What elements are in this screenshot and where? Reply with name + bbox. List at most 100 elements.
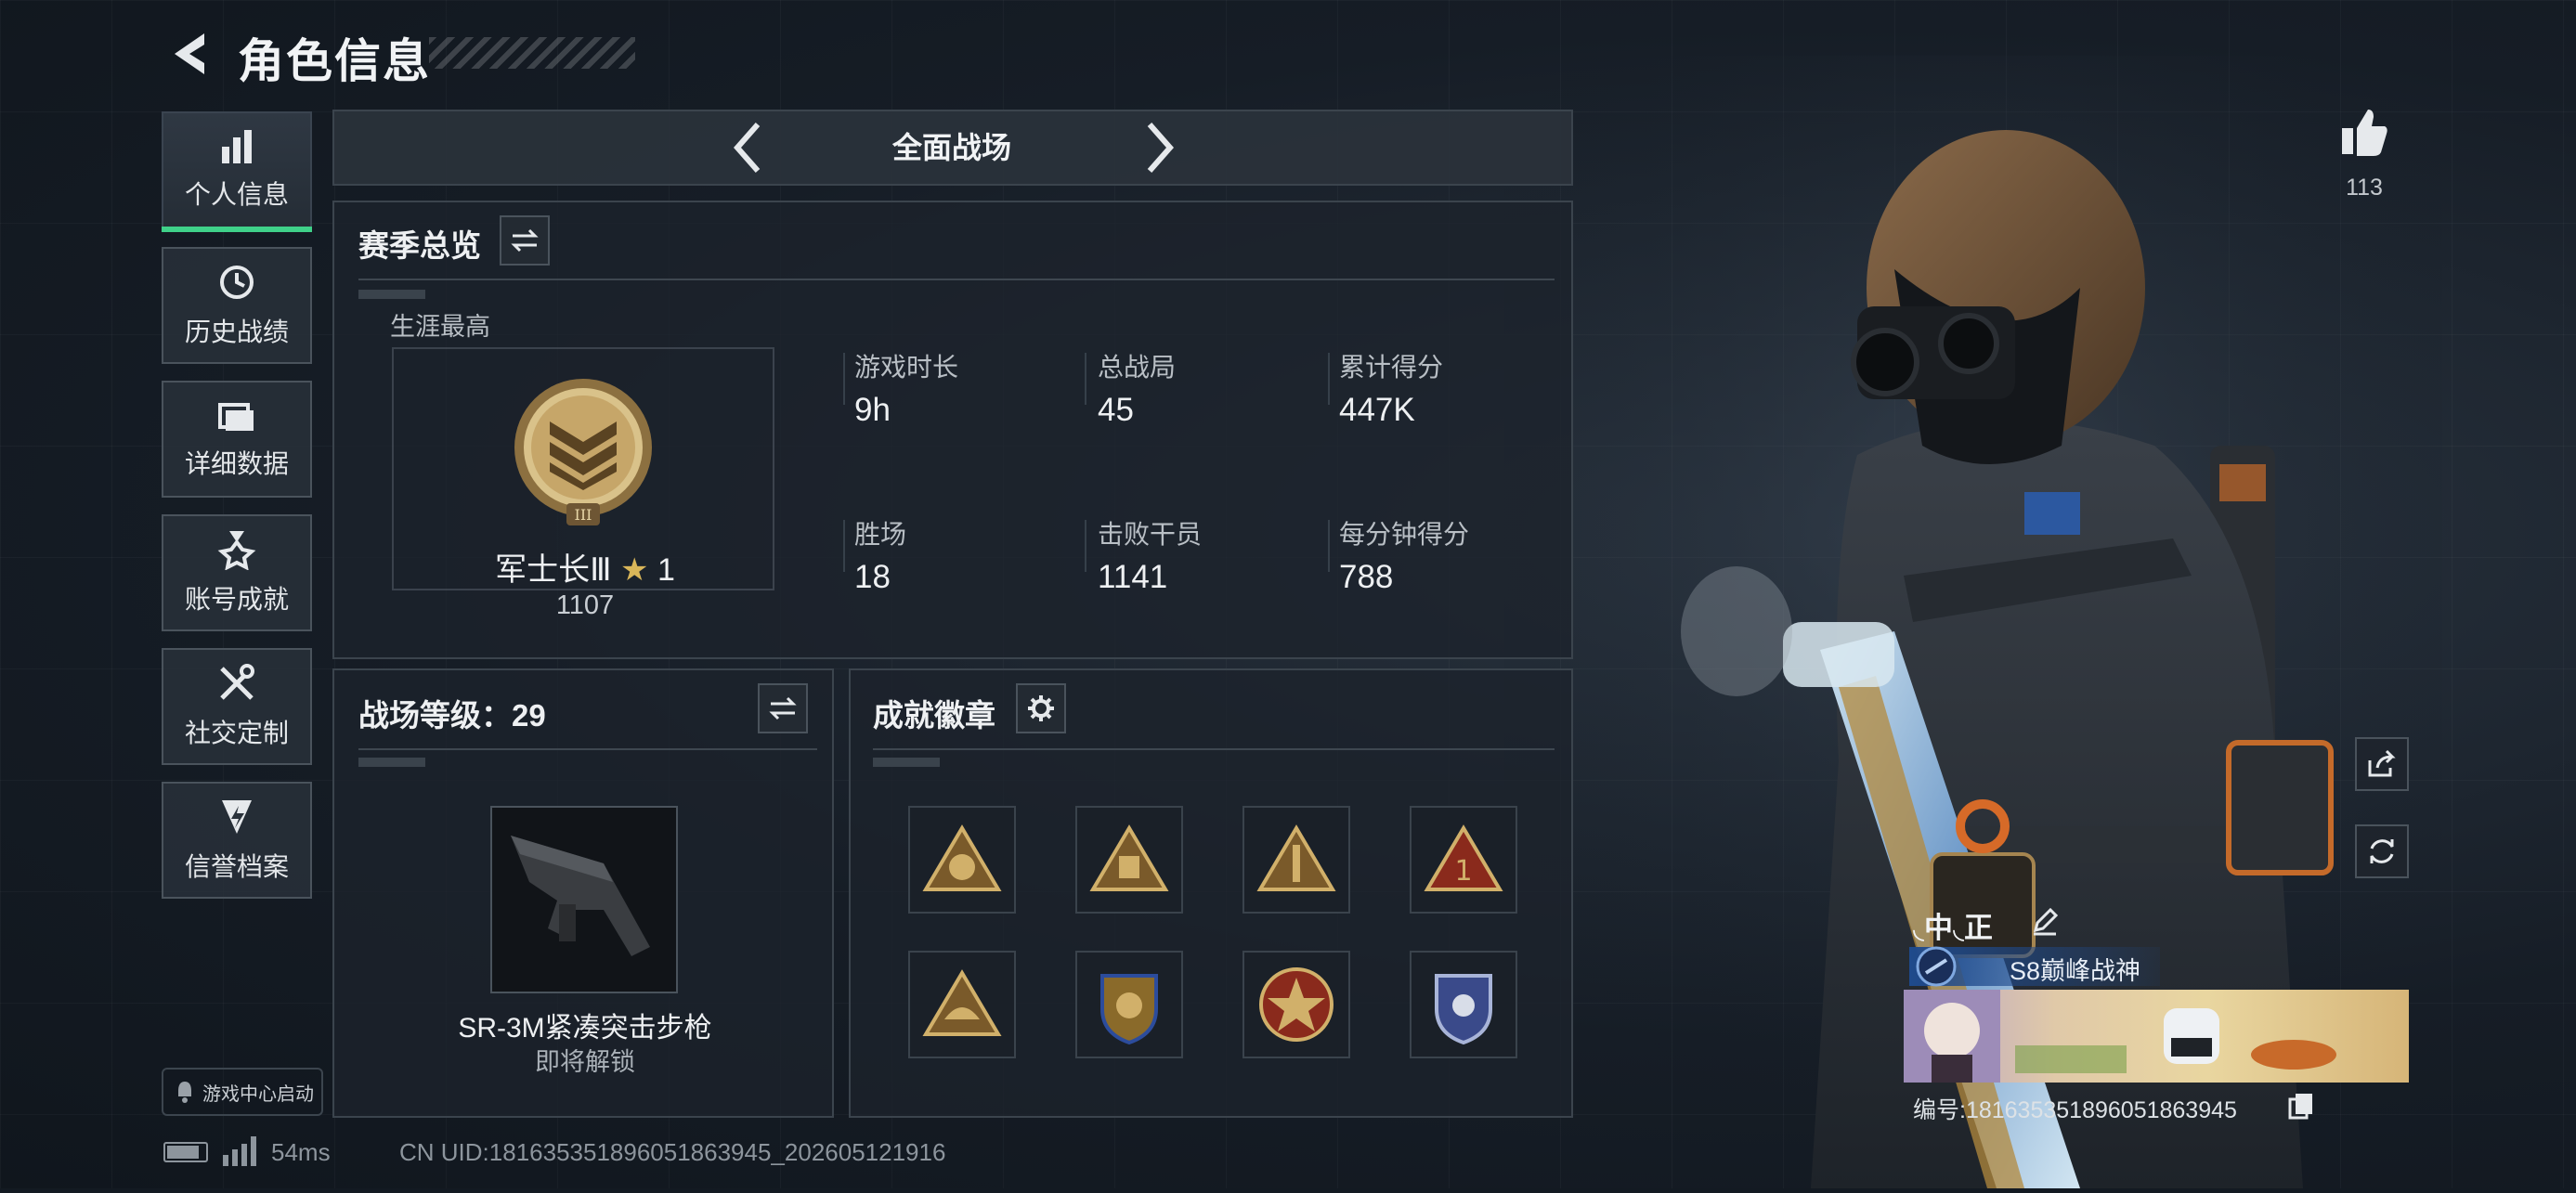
svg-text:1: 1	[1454, 855, 1472, 888]
triangle-badge-icon	[922, 824, 1002, 891]
divider	[1085, 520, 1086, 572]
divider	[358, 748, 817, 750]
refresh-button[interactable]	[2355, 824, 2409, 878]
shield-icon	[222, 800, 252, 834]
name-card-banner	[1904, 990, 2409, 1083]
stat-label: 胜场	[854, 520, 907, 549]
swap-icon	[511, 228, 539, 253]
stat-value: 1141	[1098, 559, 1168, 595]
rank-insignia: III	[511, 375, 656, 532]
edit-name-button[interactable]	[2030, 906, 2062, 938]
mode-next-button[interactable]	[1140, 119, 1177, 176]
sidebar-item-label: 社交定制	[184, 719, 289, 747]
stat-label: 总战局	[1098, 353, 1177, 382]
stat-label: 每分钟得分	[1339, 520, 1470, 549]
sidebar-item-label: 个人信息	[184, 180, 289, 209]
rank-name: 军士长Ⅲ	[495, 552, 612, 588]
sidebar-item-reputation[interactable]: 信誉档案	[162, 782, 312, 899]
triangle-badge-icon	[922, 969, 1002, 1036]
battle-level-switch-button[interactable]	[758, 683, 808, 733]
stat-label: 游戏时长	[854, 353, 959, 382]
triangle-badge-icon: 1	[1424, 824, 1503, 891]
thumbs-up-icon	[2342, 110, 2387, 156]
weapon-thumbnail[interactable]	[490, 806, 678, 993]
like-button[interactable]	[2336, 104, 2392, 160]
game-center-label: 游戏中心启动	[202, 1083, 314, 1105]
mode-label: 全面战场	[891, 131, 1011, 164]
tools-icon	[220, 664, 254, 700]
sidebar-item-label: 详细数据	[184, 449, 289, 478]
stat-label: 累计得分	[1339, 353, 1444, 382]
player-name: ◟中◟正	[1913, 912, 1994, 944]
divider	[873, 748, 1555, 750]
battery-icon	[163, 1142, 208, 1162]
rank-points: 1107	[555, 590, 615, 620]
triangle-badge-icon	[1089, 824, 1169, 891]
badge-slot[interactable]	[908, 806, 1016, 914]
sidebar-item-label: 账号成就	[184, 585, 289, 614]
badge-slot[interactable]	[1242, 951, 1350, 1058]
shield-badge-icon	[1100, 974, 1158, 1045]
accent-tick	[358, 290, 425, 299]
sidebar-item-history[interactable]: 历史战绩	[162, 247, 312, 364]
sidebar-item-personal-info[interactable]: 个人信息	[162, 111, 312, 228]
star-icon: ★	[620, 552, 649, 588]
refresh-icon	[2370, 839, 2394, 863]
gear-icon	[1028, 695, 1054, 721]
badge-slot[interactable]	[1242, 806, 1350, 914]
bar-chart-icon	[222, 130, 252, 163]
stat-value: 18	[854, 559, 891, 595]
ping-value: 54ms	[271, 1138, 331, 1166]
share-button[interactable]	[2355, 737, 2409, 791]
chevron-left-icon	[734, 123, 761, 173]
star-badge-icon	[1259, 967, 1334, 1042]
rifle-icon	[511, 836, 650, 956]
page-title: 角色信息	[238, 35, 431, 87]
accent-tick	[873, 758, 940, 767]
rank-name-row: 军士长Ⅲ ★ 1	[464, 544, 706, 590]
divider	[843, 353, 845, 405]
sidebar-item-achievements[interactable]: 账号成就	[162, 514, 312, 631]
badge-slot[interactable]	[908, 951, 1016, 1058]
game-center-button[interactable]: 游戏中心启动	[162, 1068, 323, 1116]
mode-prev-button[interactable]	[730, 119, 767, 176]
divider	[843, 520, 845, 572]
share-icon	[2368, 749, 2396, 777]
copy-icon	[2288, 1094, 2312, 1120]
svg-text:III: III	[575, 506, 592, 524]
folder-icon	[218, 403, 254, 431]
bell-icon	[178, 1082, 191, 1103]
divider	[358, 279, 1555, 280]
stat-value: 45	[1098, 392, 1134, 428]
like-count: 113	[2346, 175, 2383, 201]
title-decoration	[429, 37, 635, 69]
sidebar-item-social-custom[interactable]: 社交定制	[162, 648, 312, 765]
shield-badge-icon	[1435, 974, 1492, 1045]
season-title: 赛季总览	[358, 228, 481, 263]
player-id: 编号:1816353518960518639​45	[1913, 1097, 2237, 1123]
rank-stars: 1	[657, 552, 675, 588]
stat-value: 9h	[854, 392, 891, 428]
triangle-badge-icon	[1256, 824, 1336, 891]
copy-id-button[interactable]	[2288, 1092, 2316, 1120]
badge-slot[interactable]	[1075, 806, 1183, 914]
weapon-name: SR-3M紧凑突击步枪	[458, 1013, 712, 1044]
stat-value: 447K	[1339, 392, 1415, 428]
back-button[interactable]	[163, 28, 215, 80]
sidebar-item-label: 历史战绩	[184, 318, 289, 346]
chevron-right-icon	[1147, 123, 1174, 173]
active-indicator	[162, 227, 312, 232]
stat-value: 788	[1339, 559, 1394, 595]
badge-slot[interactable]: 1	[1410, 806, 1517, 914]
badge-slot[interactable]	[1075, 951, 1183, 1058]
season-switch-button[interactable]	[500, 215, 550, 266]
badges-settings-button[interactable]	[1016, 683, 1066, 733]
badges-title: 成就徽章	[873, 698, 995, 733]
weapon-status: 即将解锁	[535, 1048, 635, 1076]
badge-slot[interactable]	[1410, 951, 1517, 1058]
battle-level-title: 战场等级：29	[358, 698, 546, 733]
player-title: S8巅峰战神	[2010, 957, 2141, 985]
divider	[1328, 353, 1330, 405]
sidebar-item-detailed-data[interactable]: 详细数据	[162, 381, 312, 498]
uid-text: CN UID:1816353518960518639​45_2026051219…	[399, 1138, 946, 1166]
